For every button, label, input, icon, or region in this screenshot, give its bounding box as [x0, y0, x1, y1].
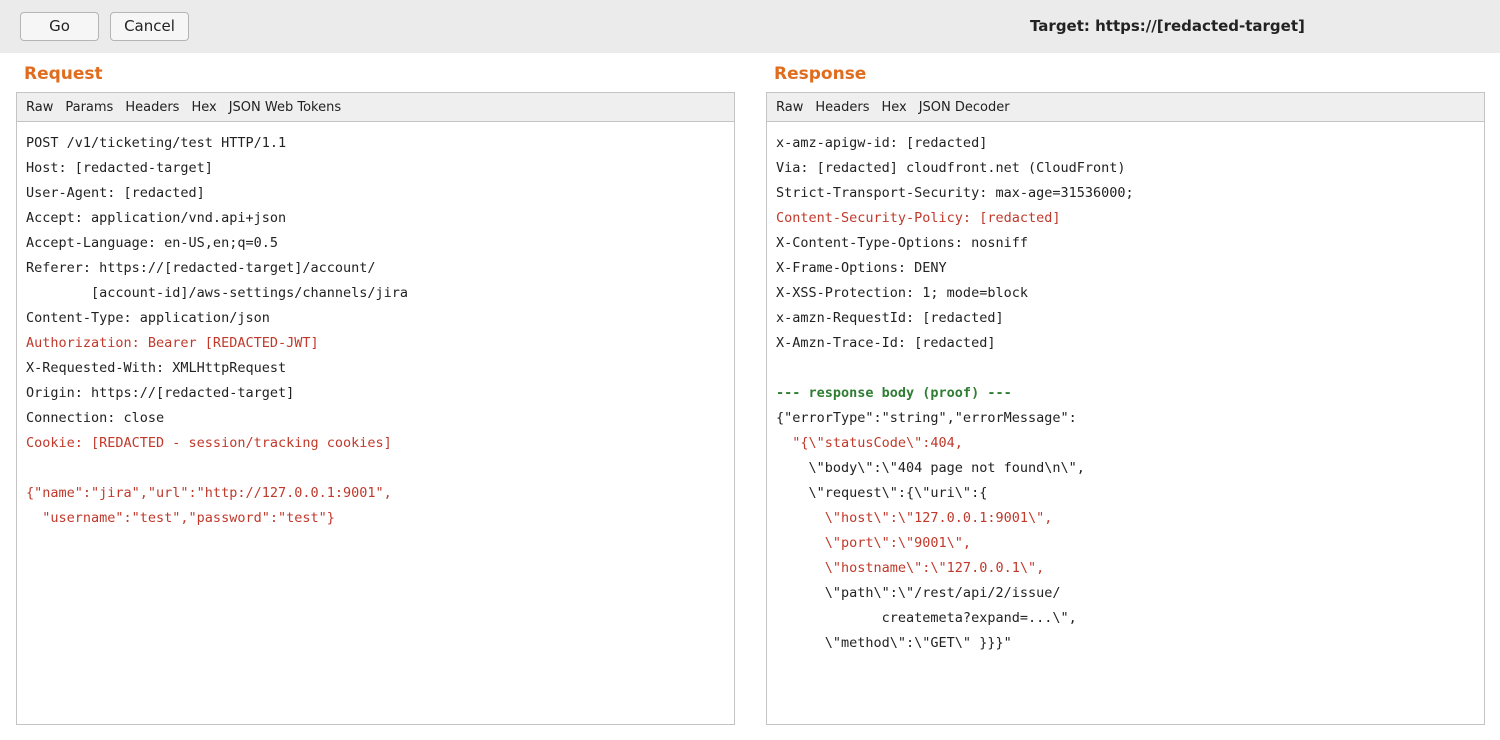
code-line: \"request\":{\"uri\":{: [776, 485, 988, 501]
code-line: X-Frame-Options: DENY: [776, 260, 947, 276]
code-line: \"path\":\"/rest/api/2/issue/: [776, 585, 1061, 601]
response-tab-raw[interactable]: Raw: [776, 100, 803, 115]
code-line: Referer: https://[redacted-target]/accou…: [26, 260, 376, 276]
code-line: createmeta?expand=...\",: [776, 610, 1077, 626]
code-line: X-Content-Type-Options: nosniff: [776, 235, 1028, 251]
response-tab-headers[interactable]: Headers: [815, 100, 869, 115]
code-line: Strict-Transport-Security: max-age=31536…: [776, 185, 1134, 201]
code-line: Host: [redacted-target]: [26, 160, 213, 176]
code-line: Accept: application/vnd.api+json: [26, 210, 287, 226]
code-line: \"hostname\":\"127.0.0.1\",: [776, 560, 1045, 576]
request-tab-params[interactable]: Params: [65, 100, 113, 115]
cancel-button[interactable]: Cancel: [110, 12, 189, 41]
request-tab-headers[interactable]: Headers: [125, 100, 179, 115]
request-panel: Raw Params Headers Hex JSON Web Tokens P…: [16, 92, 735, 725]
code-line: Via: [redacted] cloudfront.net (CloudFro…: [776, 160, 1126, 176]
code-line: [account-id]/aws-settings/channels/jira: [26, 285, 409, 301]
code-line: X-Requested-With: XMLHttpRequest: [26, 360, 287, 376]
response-viewer[interactable]: x-amz-apigw-id: [redacted] Via: [redacted…: [767, 122, 1484, 657]
request-tab-raw[interactable]: Raw: [26, 100, 53, 115]
response-panel: Raw Headers Hex JSON Decoder x-amz-apigw…: [766, 92, 1485, 725]
code-line: \"method\":\"GET\" }}}": [776, 635, 1012, 651]
code-line: User-Agent: [redacted]: [26, 185, 205, 201]
toolbar: Go Cancel Target: https://[redacted-targ…: [0, 0, 1500, 53]
target-label: Target: https://[redacted-target]: [1030, 17, 1305, 35]
code-line: --- response body (proof) ---: [776, 385, 1012, 401]
code-line: Content-Security-Policy: [redacted]: [776, 210, 1061, 226]
request-title: Request: [24, 64, 103, 84]
code-line: "{\"statusCode\":404,: [776, 435, 963, 451]
code-line: {"errorType":"string","errorMessage":: [776, 410, 1077, 426]
code-line: {"name":"jira","url":"http://127.0.0.1:9…: [26, 485, 392, 501]
response-title: Response: [774, 64, 867, 84]
response-tabs: Raw Headers Hex JSON Decoder: [767, 93, 1484, 122]
code-line: X-XSS-Protection: 1; mode=block: [776, 285, 1028, 301]
code-line: Connection: close: [26, 410, 165, 426]
code-line: "username":"test","password":"test"}: [26, 510, 335, 526]
code-line: X-Amzn-Trace-Id: [redacted]: [776, 335, 996, 351]
code-line: \"port\":\"9001\",: [776, 535, 972, 551]
code-line: Content-Type: application/json: [26, 310, 270, 326]
code-line: Authorization: Bearer [REDACTED-JWT]: [26, 335, 319, 351]
request-tab-hex[interactable]: Hex: [191, 100, 216, 115]
request-tabs: Raw Params Headers Hex JSON Web Tokens: [17, 93, 734, 122]
code-line: \"body\":\"404 page not found\n\",: [776, 460, 1085, 476]
code-line: Cookie: [REDACTED - session/tracking coo…: [26, 435, 392, 451]
code-line: \"host\":\"127.0.0.1:9001\",: [776, 510, 1053, 526]
code-line: POST /v1/ticketing/test HTTP/1.1: [26, 135, 287, 151]
request-tab-json-web-tokens[interactable]: JSON Web Tokens: [229, 100, 341, 115]
request-editor[interactable]: POST /v1/ticketing/test HTTP/1.1 Host: [r…: [17, 122, 734, 532]
code-line: x-amz-apigw-id: [redacted]: [776, 135, 988, 151]
go-button[interactable]: Go: [20, 12, 99, 41]
response-tab-json-decoder[interactable]: JSON Decoder: [919, 100, 1010, 115]
response-tab-hex[interactable]: Hex: [881, 100, 906, 115]
code-line: Accept-Language: en-US,en;q=0.5: [26, 235, 278, 251]
code-line: x-amzn-RequestId: [redacted]: [776, 310, 1004, 326]
code-line: Origin: https://[redacted-target]: [26, 385, 295, 401]
